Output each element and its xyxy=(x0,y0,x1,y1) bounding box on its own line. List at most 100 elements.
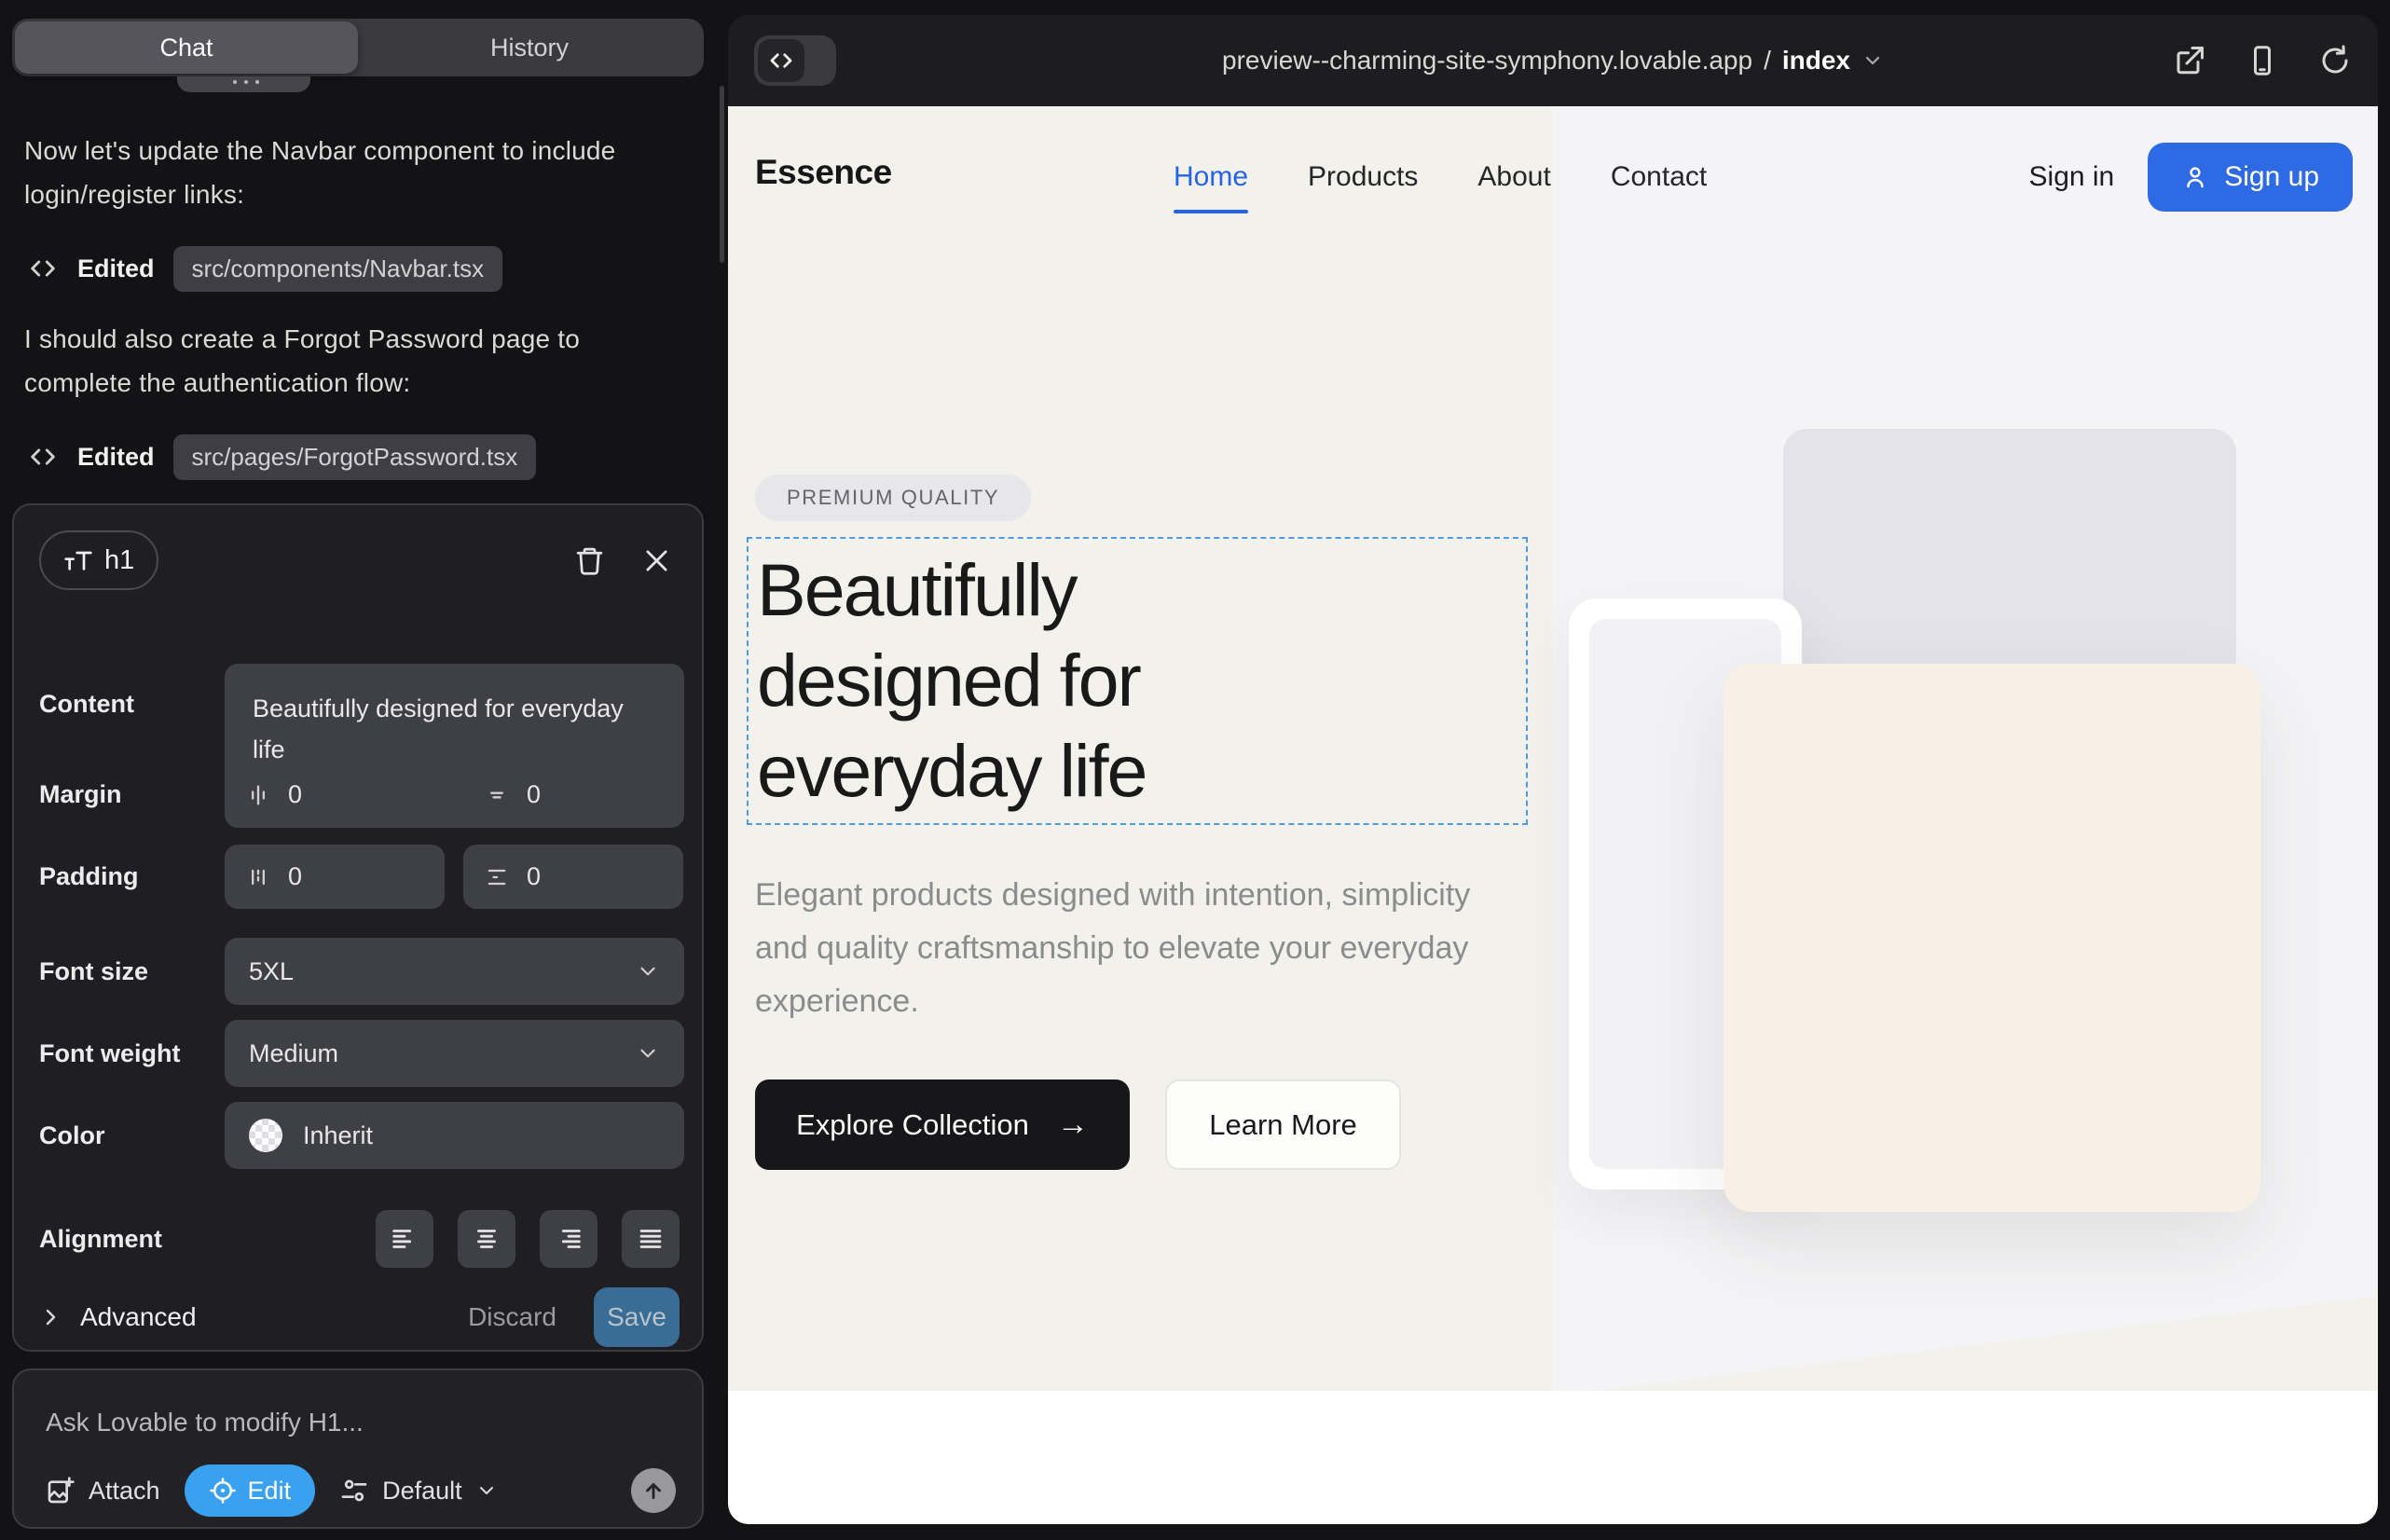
file-pill[interactable]: src/components/Navbar.tsx xyxy=(173,246,503,292)
color-swatch xyxy=(249,1119,282,1152)
discard-button[interactable]: Discard xyxy=(468,1302,556,1332)
padding-vertical-icon xyxy=(484,864,510,890)
send-button[interactable] xyxy=(631,1468,676,1513)
advanced-label: Advanced xyxy=(80,1302,197,1332)
sign-up-label: Sign up xyxy=(2224,161,2319,193)
hero-heading-line: Beautifully xyxy=(757,544,1147,635)
auth-actions: Sign in Sign up xyxy=(2029,140,2353,214)
app: Chat History Now let's update the Navbar… xyxy=(0,0,2390,1540)
edited-file-row: Edited src/components/Navbar.tsx xyxy=(27,244,502,293)
tab-chat[interactable]: Chat xyxy=(15,21,358,74)
font-weight-select[interactable]: Medium xyxy=(225,1020,684,1087)
delete-element-button[interactable] xyxy=(569,540,610,581)
edit-mode-button[interactable]: Edit xyxy=(185,1464,316,1517)
font-size-select[interactable]: 5XL xyxy=(225,938,684,1005)
close-editor-button[interactable] xyxy=(636,540,677,581)
padding-x-input[interactable]: 0 xyxy=(225,845,445,909)
code-icon xyxy=(27,253,59,284)
margin-y-input[interactable]: 0 xyxy=(463,763,683,827)
sidebar-scrollbar[interactable] xyxy=(720,86,724,263)
editor-footer: Advanced Discard Save xyxy=(39,1286,680,1348)
file-pill[interactable]: src/pages/ForgotPassword.tsx xyxy=(173,434,537,480)
margin-x-input[interactable]: 0 xyxy=(225,763,445,827)
align-left-button[interactable] xyxy=(376,1210,433,1268)
margin-x-value: 0 xyxy=(288,780,302,809)
alignment-label: Alignment xyxy=(39,1225,162,1254)
align-center-button[interactable] xyxy=(458,1210,515,1268)
site-logo[interactable]: Essence xyxy=(755,153,892,192)
element-tag-chip[interactable]: h1 xyxy=(39,530,158,590)
edited-label: Edited xyxy=(77,254,155,283)
code-view-toggle[interactable] xyxy=(754,35,836,86)
scrolled-chip-peek xyxy=(177,76,310,92)
attach-image-icon xyxy=(46,1476,76,1506)
code-icon xyxy=(767,47,795,75)
chrome-actions xyxy=(2173,44,2352,77)
align-left-icon xyxy=(389,1223,420,1255)
refresh-icon[interactable] xyxy=(2318,44,2352,77)
default-label: Default xyxy=(382,1477,462,1506)
sign-in-link[interactable]: Sign in xyxy=(2029,161,2115,193)
nav-link-products[interactable]: Products xyxy=(1308,161,1418,193)
composer-input[interactable]: Ask Lovable to modify H1... xyxy=(46,1408,364,1437)
align-right-button[interactable] xyxy=(540,1210,598,1268)
color-value: Inherit xyxy=(303,1121,373,1150)
padding-x-value: 0 xyxy=(288,862,302,891)
learn-more-button[interactable]: Learn More xyxy=(1165,1079,1401,1170)
hero-heading[interactable]: Beautifully designed for everyday life xyxy=(757,544,1147,816)
mobile-preview-icon[interactable] xyxy=(2246,44,2279,77)
edited-label: Edited xyxy=(77,443,155,472)
code-icon xyxy=(27,441,59,473)
sliders-icon xyxy=(339,1476,369,1506)
preview-chrome-bar: preview--charming-site-symphony.lovable.… xyxy=(728,15,2378,106)
attach-label: Attach xyxy=(89,1477,160,1506)
tab-history[interactable]: History xyxy=(358,21,701,74)
selected-element-outline: Beautifully designed for everyday life xyxy=(747,537,1528,825)
align-justify-icon xyxy=(635,1223,666,1255)
target-icon xyxy=(209,1477,237,1505)
font-weight-label: Font weight xyxy=(39,1039,180,1068)
attach-button[interactable]: Attach xyxy=(46,1476,160,1506)
code-toggle-segment xyxy=(758,39,804,82)
align-justify-button[interactable] xyxy=(622,1210,680,1268)
nav-link-contact[interactable]: Contact xyxy=(1611,161,1707,193)
nav-link-about[interactable]: About xyxy=(1477,161,1550,193)
section-below-hero xyxy=(728,1391,2378,1524)
color-picker[interactable]: Inherit xyxy=(225,1102,684,1169)
type-icon xyxy=(63,545,93,575)
editor-header: h1 xyxy=(39,529,677,591)
trash-icon xyxy=(574,545,605,576)
model-default-button[interactable]: Default xyxy=(339,1476,498,1506)
user-icon xyxy=(2181,163,2209,191)
edited-file-row: Edited src/pages/ForgotPassword.tsx xyxy=(27,433,536,481)
chevron-right-icon xyxy=(39,1306,62,1328)
hero-paragraph[interactable]: Elegant products designed with intention… xyxy=(755,869,1519,1028)
explore-collection-button[interactable]: Explore Collection → xyxy=(755,1079,1130,1170)
padding-y-input[interactable]: 0 xyxy=(463,845,683,909)
preview-url[interactable]: preview--charming-site-symphony.lovable.… xyxy=(1222,15,1884,106)
margin-label: Margin xyxy=(39,780,122,809)
margin-vertical-icon xyxy=(484,782,510,808)
premium-quality-badge[interactable]: PREMIUM QUALITY xyxy=(755,474,1031,521)
hero-cta-row: Explore Collection → Learn More xyxy=(755,1079,1401,1170)
chevron-down-icon xyxy=(636,959,660,983)
nav-link-home[interactable]: Home xyxy=(1174,161,1248,193)
hero-heading-line: everyday life xyxy=(757,725,1147,816)
margin-y-value: 0 xyxy=(527,780,541,809)
padding-label: Padding xyxy=(39,862,139,891)
open-external-icon[interactable] xyxy=(2173,44,2206,77)
assistant-message: I should also create a Forgot Password p… xyxy=(24,317,682,405)
close-icon xyxy=(641,545,672,576)
url-separator: / xyxy=(1764,46,1771,76)
advanced-toggle[interactable]: Advanced xyxy=(39,1302,197,1332)
chevron-down-icon xyxy=(475,1479,498,1502)
margin-horizontal-icon xyxy=(245,782,271,808)
chevron-down-icon xyxy=(1861,49,1884,72)
explore-collection-label: Explore Collection xyxy=(796,1108,1029,1142)
align-right-icon xyxy=(553,1223,584,1255)
save-button[interactable]: Save xyxy=(594,1287,680,1347)
sign-up-button[interactable]: Sign up xyxy=(2148,143,2353,212)
element-editor-panel: h1 Content Beautifully designed for ever… xyxy=(12,503,704,1352)
padding-horizontal-icon xyxy=(245,864,271,890)
chat-composer: Ask Lovable to modify H1... Attach Edit … xyxy=(12,1368,704,1529)
